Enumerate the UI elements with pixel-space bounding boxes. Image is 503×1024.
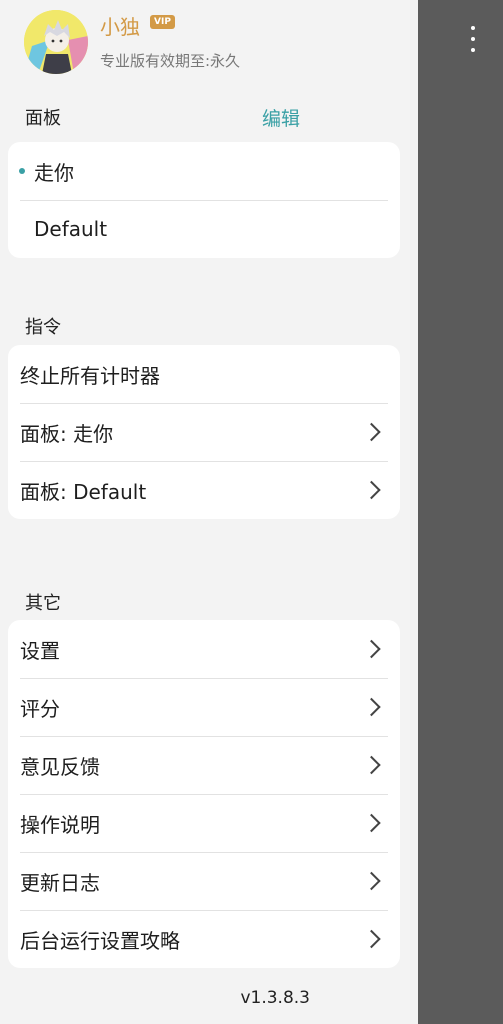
- command-label: 终止所有计时器: [20, 363, 160, 388]
- menu-item-changelog[interactable]: 更新日志: [8, 852, 400, 910]
- menu-item-settings[interactable]: 设置: [8, 620, 400, 678]
- menu-item-label: 意见反馈: [20, 754, 100, 779]
- chevron-right-icon: [362, 755, 381, 775]
- vip-badge: VIP: [150, 15, 175, 29]
- chevron-right-icon: [362, 871, 381, 891]
- more-dot: [471, 37, 475, 41]
- user-name: 小独: [100, 15, 140, 39]
- chevron-right-icon: [362, 697, 381, 717]
- chevron-right-icon: [362, 929, 381, 949]
- chevron-right-icon: [362, 813, 381, 833]
- more-vertical-icon[interactable]: [466, 26, 480, 52]
- chevron-right-icon: [362, 480, 381, 500]
- more-dot: [471, 26, 475, 30]
- command-stop-all-timers[interactable]: 终止所有计时器: [8, 345, 400, 403]
- section-title-panels: 面板: [25, 108, 61, 129]
- drawer-scrim[interactable]: [418, 0, 503, 1024]
- more-dot: [471, 48, 475, 52]
- subscription-status: 专业版有效期至:永久: [100, 52, 241, 70]
- user-profile[interactable]: 小独 VIP 专业版有效期至:永久: [24, 10, 404, 74]
- menu-item-background-guide[interactable]: 后台运行设置攻略: [8, 910, 400, 968]
- panels-card: 走你 Default: [8, 142, 400, 258]
- menu-item-label: 更新日志: [20, 870, 100, 895]
- panel-item-label: 走你: [34, 160, 74, 185]
- menu-item-instructions[interactable]: 操作说明: [8, 794, 400, 852]
- section-title-commands: 指令: [25, 317, 61, 338]
- navigation-drawer: 小独 VIP 专业版有效期至:永久 面板 编辑 走你 Default 指令 终止…: [0, 0, 418, 1024]
- panel-item-default[interactable]: Default: [8, 200, 400, 258]
- avatar-image: [24, 10, 88, 74]
- command-panel-default[interactable]: 面板: Default: [8, 461, 400, 519]
- chevron-right-icon: [362, 422, 381, 442]
- edit-panels-button[interactable]: 编辑: [262, 104, 300, 131]
- menu-item-feedback[interactable]: 意见反馈: [8, 736, 400, 794]
- command-panel-zouni[interactable]: 面板: 走你: [8, 403, 400, 461]
- menu-item-rate[interactable]: 评分: [8, 678, 400, 736]
- app-version: v1.3.8.3: [240, 988, 310, 1008]
- menu-item-label: 评分: [20, 696, 60, 721]
- command-label: 面板: Default: [20, 479, 147, 504]
- chevron-right-icon: [362, 639, 381, 659]
- menu-item-label: 后台运行设置攻略: [20, 928, 180, 953]
- panel-item-zouni[interactable]: 走你: [8, 142, 400, 200]
- active-dot-icon: [19, 168, 25, 174]
- panel-item-label: Default: [34, 217, 108, 241]
- menu-item-label: 设置: [20, 638, 60, 663]
- command-label: 面板: 走你: [20, 421, 114, 446]
- menu-item-label: 操作说明: [20, 812, 100, 837]
- section-title-others: 其它: [25, 593, 61, 614]
- commands-card: 终止所有计时器 面板: 走你 面板: Default: [8, 345, 400, 519]
- others-card: 设置 评分 意见反馈 操作说明 更新日志 后台运行设置攻略: [8, 620, 400, 968]
- avatar[interactable]: [24, 10, 88, 74]
